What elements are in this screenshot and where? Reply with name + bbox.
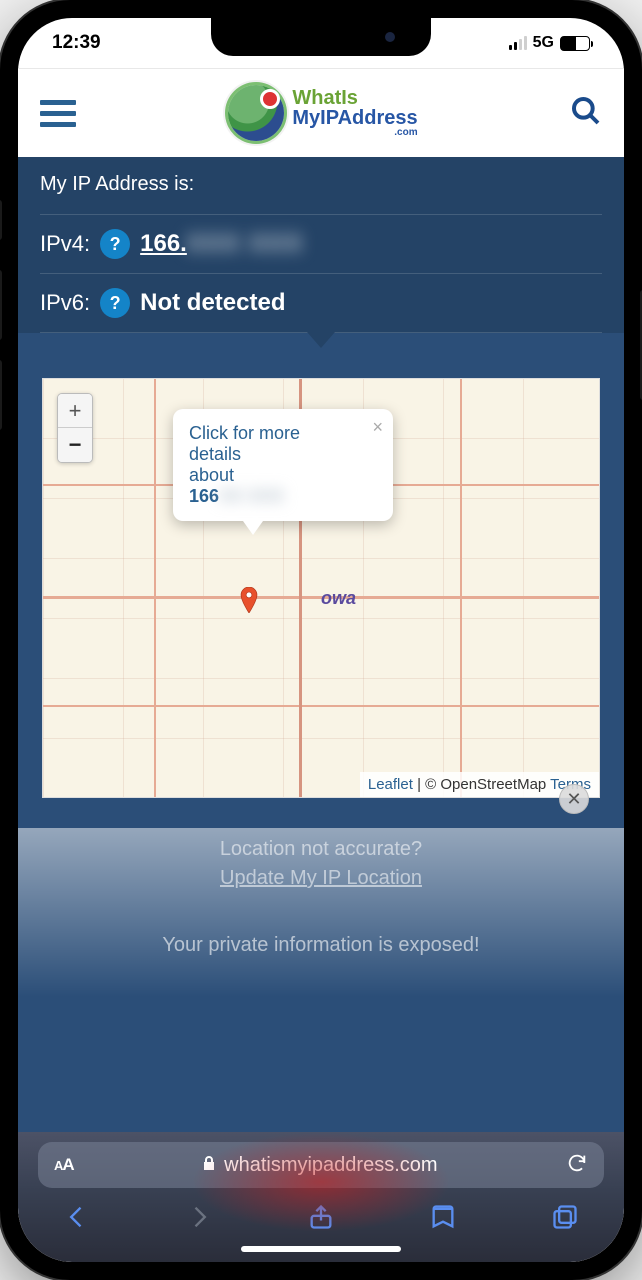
map-state-label: owa bbox=[321, 588, 356, 609]
share-button[interactable] bbox=[306, 1202, 336, 1232]
zoom-controls: + − bbox=[57, 393, 93, 463]
battery-icon bbox=[560, 36, 590, 51]
location-question: Location not accurate? bbox=[38, 838, 604, 861]
globe-icon bbox=[228, 85, 284, 141]
url-text: whatismyipaddress.com bbox=[224, 1154, 437, 1177]
lock-icon bbox=[202, 1154, 216, 1177]
below-map-section: Location not accurate? Update My IP Loca… bbox=[18, 828, 624, 997]
site-logo[interactable]: WhatIs MyIPAddress .com bbox=[228, 85, 417, 141]
page-body: My IP Address is: IPv4: ? 166.XXX XXX IP… bbox=[18, 157, 624, 1132]
front-camera bbox=[385, 32, 395, 42]
popup-line1: Click for more bbox=[189, 423, 377, 444]
map-popup[interactable]: × Click for more details about 166XX XXX bbox=[173, 409, 393, 521]
status-time: 12:39 bbox=[52, 32, 101, 54]
url-bar[interactable]: AA whatismyipaddress.com bbox=[38, 1142, 604, 1188]
tabs-button[interactable] bbox=[550, 1202, 580, 1232]
logo-line3: .com bbox=[292, 128, 417, 138]
bookmarks-button[interactable] bbox=[428, 1202, 458, 1232]
safari-toolbar bbox=[38, 1188, 604, 1232]
device-frame: 12:39 5G WhatIs MyIPAddress .com bbox=[0, 0, 642, 1280]
page-content: WhatIs MyIPAddress .com My IP Address is… bbox=[18, 68, 624, 1132]
reload-button[interactable] bbox=[566, 1152, 588, 1179]
silence-switch[interactable] bbox=[0, 200, 2, 240]
section-arrow-icon bbox=[307, 332, 335, 348]
privacy-warning: Your private information is exposed! bbox=[38, 934, 604, 957]
ipv6-row: IPv6: ? Not detected bbox=[40, 273, 602, 333]
popup-close-button[interactable]: × bbox=[372, 417, 383, 438]
ipv4-label: IPv4: bbox=[40, 231, 90, 257]
site-header: WhatIs MyIPAddress .com bbox=[18, 69, 624, 157]
volume-up-button[interactable] bbox=[0, 270, 2, 340]
map-pin-icon[interactable] bbox=[240, 587, 258, 613]
logo-line2: MyIPAddress bbox=[292, 107, 417, 129]
screen: 12:39 5G WhatIs MyIPAddress .com bbox=[18, 18, 624, 1262]
map[interactable]: owa + − × Click for more details about bbox=[42, 378, 600, 798]
ad-close-button[interactable]: ✕ bbox=[559, 784, 589, 814]
home-indicator[interactable] bbox=[241, 1246, 401, 1252]
signal-icon bbox=[509, 36, 527, 50]
popup-line3: about bbox=[189, 465, 377, 486]
zoom-in-button[interactable]: + bbox=[58, 394, 92, 428]
network-label: 5G bbox=[533, 34, 554, 52]
ipv6-label: IPv6: bbox=[40, 290, 90, 316]
ipv6-help-button[interactable]: ? bbox=[100, 288, 130, 318]
text-size-button[interactable]: AA bbox=[54, 1155, 74, 1175]
ipv6-value: Not detected bbox=[140, 289, 285, 317]
search-icon bbox=[570, 95, 602, 127]
forward-button[interactable] bbox=[184, 1202, 214, 1232]
leaflet-link[interactable]: Leaflet bbox=[368, 776, 413, 793]
back-button[interactable] bbox=[62, 1202, 92, 1232]
zoom-out-button[interactable]: − bbox=[58, 428, 92, 462]
volume-down-button[interactable] bbox=[0, 360, 2, 430]
popup-ip: 166XX XXX bbox=[189, 486, 377, 507]
popup-line2: details bbox=[189, 444, 377, 465]
menu-button[interactable] bbox=[40, 100, 76, 127]
ipv4-value[interactable]: 166.XXX XXX bbox=[140, 230, 303, 258]
ip-section: My IP Address is: IPv4: ? 166.XXX XXX IP… bbox=[18, 157, 624, 333]
ipv4-help-button[interactable]: ? bbox=[100, 229, 130, 259]
ipv4-row: IPv4: ? 166.XXX XXX bbox=[40, 214, 602, 273]
ip-heading: My IP Address is: bbox=[40, 173, 602, 196]
notch bbox=[211, 18, 431, 56]
safari-chrome: AA whatismyipaddress.com bbox=[18, 1132, 624, 1262]
logo-line1: WhatIs bbox=[292, 87, 358, 109]
search-button[interactable] bbox=[570, 95, 602, 132]
update-location-link[interactable]: Update My IP Location bbox=[38, 867, 604, 890]
